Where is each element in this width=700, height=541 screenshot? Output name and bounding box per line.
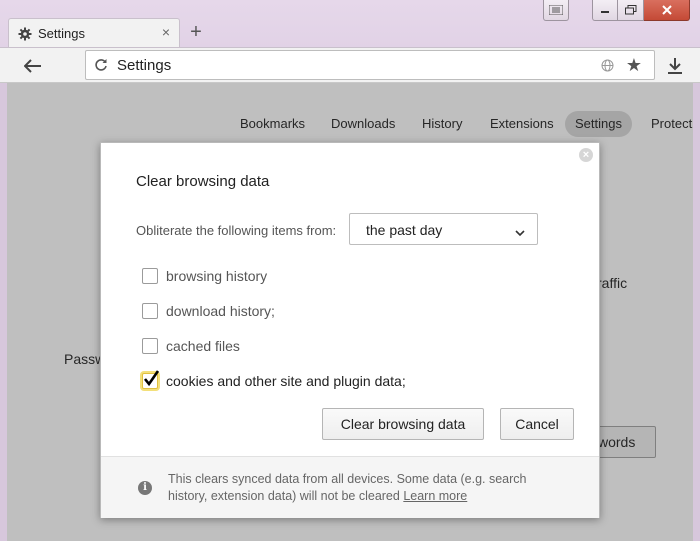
globe-icon (601, 59, 614, 72)
chevron-down-icon (515, 225, 525, 237)
checkmark-icon (143, 370, 160, 387)
info-icon: i (138, 481, 152, 495)
checkbox[interactable] (142, 268, 158, 284)
window-frame-right (693, 83, 700, 541)
option-label: cookies and other site and plugin data; (166, 373, 406, 389)
address-text: Settings (117, 57, 172, 74)
option-browsing-history[interactable]: browsing history (142, 266, 267, 286)
toolbar: Settings ★ (0, 47, 700, 83)
period-select-value: the past day (366, 222, 443, 238)
option-download-history[interactable]: download history; (142, 301, 275, 321)
maximize-icon[interactable] (618, 0, 644, 21)
checkbox[interactable] (142, 338, 158, 354)
close-icon[interactable] (644, 0, 690, 21)
reload-icon[interactable] (94, 58, 108, 72)
minimize-icon[interactable] (592, 0, 618, 21)
option-cookies[interactable]: cookies and other site and plugin data; (142, 370, 406, 391)
option-cached-files[interactable]: cached files (142, 336, 240, 356)
dialog-footer: i This clears synced data from all devic… (101, 456, 599, 518)
hamburger-icon[interactable] (543, 0, 569, 21)
dialog-title: Clear browsing data (136, 173, 270, 190)
arrow-left-icon[interactable] (22, 55, 44, 77)
period-select[interactable]: the past day (349, 213, 538, 245)
checkbox[interactable] (142, 303, 158, 319)
period-label: Obliterate the following items from: (136, 223, 337, 238)
window-controls (592, 0, 690, 21)
new-tab-button[interactable]: + (188, 22, 204, 42)
cancel-button[interactable]: Cancel (500, 408, 574, 440)
title-bar: Settings × + (0, 0, 700, 48)
tab-title: Settings (38, 26, 85, 41)
clear-browsing-data-button[interactable]: Clear browsing data (322, 408, 484, 440)
gear-icon (18, 27, 32, 41)
option-label: browsing history (166, 268, 268, 284)
close-icon[interactable]: × (579, 148, 593, 162)
tab-close-icon[interactable]: × (159, 25, 173, 39)
address-bar[interactable]: Settings ★ (85, 50, 655, 80)
footer-message: This clears synced data from all devices… (168, 472, 527, 503)
window-frame-left (0, 83, 7, 541)
learn-more-link[interactable]: Learn more (403, 489, 467, 503)
option-label: cached files (166, 338, 240, 354)
download-icon[interactable] (664, 55, 686, 77)
footer-text: This clears synced data from all devices… (168, 471, 568, 505)
clear-browsing-data-dialog: × Clear browsing data Obliterate the fol… (100, 142, 600, 518)
checkbox-checked[interactable] (142, 370, 160, 389)
option-label: download history; (166, 303, 275, 319)
star-icon[interactable]: ★ (626, 55, 642, 75)
tab-settings[interactable]: Settings × (8, 18, 180, 48)
